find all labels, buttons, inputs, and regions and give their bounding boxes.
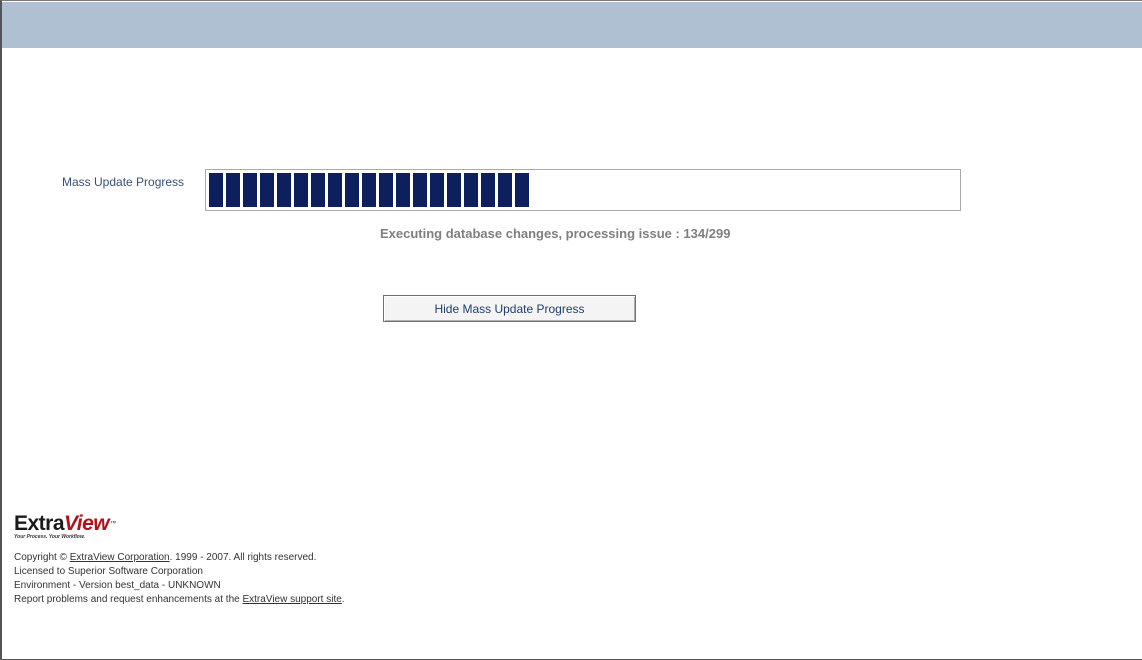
footer: Copyright © ExtraView Corporation. 1999 … <box>14 551 345 607</box>
hide-progress-button[interactable]: Hide Mass Update Progress <box>383 295 636 322</box>
progress-segment <box>481 173 495 207</box>
progress-status-text: Executing database changes, processing i… <box>380 226 731 241</box>
logo-trademark: ™ <box>110 521 116 527</box>
copyright-line: Copyright © ExtraView Corporation. 1999 … <box>14 551 345 565</box>
progress-segment <box>379 173 393 207</box>
progress-segment <box>277 173 291 207</box>
progress-segment <box>226 173 240 207</box>
report-suffix: . <box>341 594 345 605</box>
report-prefix: Report problems and request enhancements… <box>14 594 243 605</box>
logo-text-extra: Extra <box>14 512 65 535</box>
logo-text-view: View <box>64 512 110 535</box>
progress-segment <box>396 173 410 207</box>
extraview-corporation-link[interactable]: ExtraView Corporation <box>70 552 170 563</box>
progress-segment <box>311 173 325 207</box>
copyright-suffix: . 1999 - 2007. All rights reserved. <box>169 552 317 563</box>
header-band <box>2 2 1142 48</box>
progress-segment <box>362 173 376 207</box>
progress-segment <box>413 173 427 207</box>
progress-label: Mass Update Progress <box>62 175 185 189</box>
progress-segment <box>345 173 359 207</box>
progress-segment <box>447 173 461 207</box>
report-line: Report problems and request enhancements… <box>14 593 345 607</box>
progress-segment <box>430 173 444 207</box>
licensed-line: Licensed to Superior Software Corporatio… <box>14 566 203 577</box>
progress-segment <box>328 173 342 207</box>
progress-segment <box>464 173 478 207</box>
support-site-link[interactable]: ExtraView support site <box>242 594 341 605</box>
progress-segment <box>515 173 529 207</box>
environment-line: Environment - Version best_data - UNKNOW… <box>14 580 221 591</box>
progress-bar <box>205 169 961 211</box>
progress-segment <box>243 173 257 207</box>
extraview-logo: ExtraView™ Your Process. Your Workflow. <box>14 512 116 541</box>
progress-segment <box>294 173 308 207</box>
progress-segment <box>260 173 274 207</box>
progress-segment <box>498 173 512 207</box>
copyright-prefix: Copyright © <box>14 552 70 563</box>
progress-fill <box>209 173 532 207</box>
progress-segment <box>209 173 223 207</box>
